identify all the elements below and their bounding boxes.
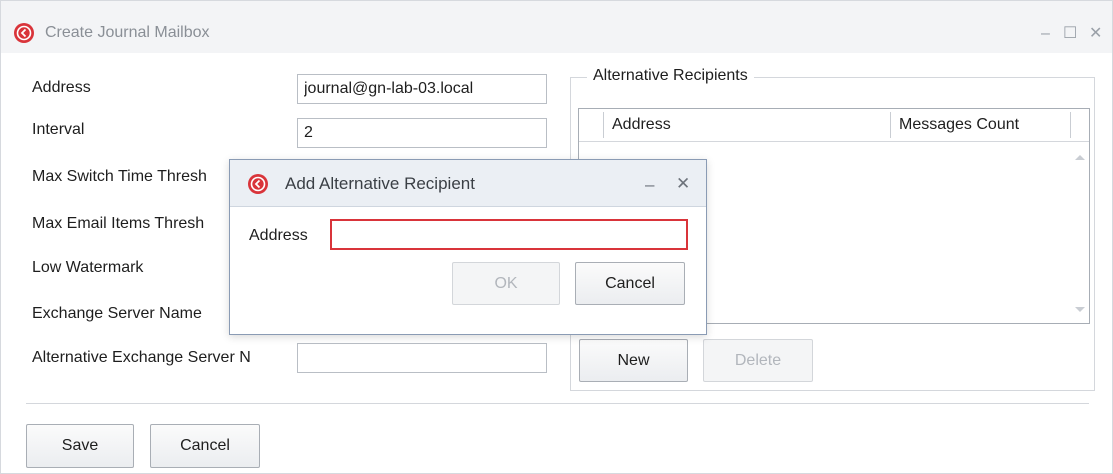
add-alternative-recipient-dialog: Add Alternative Recipient – ✕ Address OK… (229, 159, 707, 335)
interval-label: Interval (32, 121, 85, 138)
address-label: Address (32, 79, 91, 96)
create-journal-mailbox-window: Create Journal Mailbox – ☐ ✕ Address Int… (0, 0, 1113, 474)
close-icon[interactable]: ✕ (1089, 26, 1102, 42)
dialog-minimize-icon[interactable]: – (645, 176, 654, 193)
footer-divider (26, 403, 1089, 404)
scroll-up-arrow-icon[interactable] (1071, 150, 1089, 164)
window-titlebar[interactable]: Create Journal Mailbox – ☐ ✕ (1, 1, 1112, 53)
grid-header: Address Messages Count (579, 109, 1089, 142)
column-separator (890, 112, 891, 138)
max-email-items-label: Max Email Items Thresh (32, 215, 205, 232)
app-logo-icon (248, 174, 268, 194)
dialog-address-field[interactable] (330, 219, 688, 250)
max-switch-time-label: Max Switch Time Thresh (32, 168, 207, 185)
low-watermark-label: Low Watermark (32, 259, 144, 276)
dialog-close-icon[interactable]: ✕ (676, 175, 690, 192)
cancel-button[interactable]: Cancel (150, 424, 260, 468)
scroll-down-arrow-icon[interactable] (1071, 303, 1089, 317)
alt-exchange-server-label: Alternative Exchange Server N (32, 349, 251, 366)
dialog-cancel-button[interactable]: Cancel (575, 262, 685, 305)
dialog-title: Add Alternative Recipient (285, 174, 475, 193)
save-button[interactable]: Save (26, 424, 134, 468)
new-recipient-button[interactable]: New (579, 339, 688, 382)
alternative-recipients-title: Alternative Recipients (587, 67, 754, 85)
ok-button[interactable]: OK (452, 262, 560, 305)
window-title: Create Journal Mailbox (45, 24, 210, 41)
column-header-messages-count[interactable]: Messages Count (899, 116, 1019, 134)
interval-field[interactable] (297, 118, 547, 148)
dialog-address-label: Address (249, 227, 308, 244)
address-field[interactable] (297, 74, 547, 104)
app-logo-icon (14, 23, 34, 43)
minimize-icon[interactable]: – (1041, 26, 1050, 42)
column-separator (1070, 112, 1071, 138)
alt-exchange-server-field[interactable] (297, 343, 547, 373)
delete-recipient-button[interactable]: Delete (703, 339, 813, 382)
maximize-icon[interactable]: ☐ (1063, 26, 1077, 42)
column-header-address[interactable]: Address (612, 116, 671, 134)
exchange-server-label: Exchange Server Name (32, 305, 202, 322)
column-separator (603, 112, 604, 138)
grid-vertical-scrollbar[interactable] (1071, 142, 1089, 323)
dialog-titlebar[interactable]: Add Alternative Recipient – ✕ (230, 160, 706, 207)
